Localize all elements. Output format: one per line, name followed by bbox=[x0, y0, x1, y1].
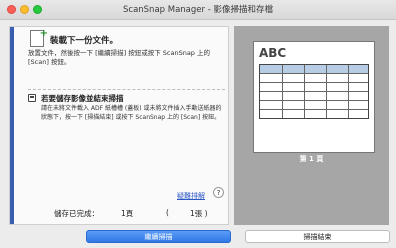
preview-panel: ABC 第 1 頁 bbox=[234, 26, 389, 225]
finish-scanning-button[interactable]: 掃描結束 bbox=[245, 230, 390, 243]
document-heading: ABC bbox=[259, 46, 287, 60]
help-icon[interactable]: ? bbox=[213, 187, 224, 198]
document-thumbnail[interactable]: ABC bbox=[253, 41, 375, 153]
title-bar: ScanSnap Manager - 影像掃描和存檔 bbox=[0, 0, 396, 20]
page-number-label: 第 1 頁 bbox=[299, 155, 324, 163]
save-disk-icon bbox=[28, 94, 36, 102]
add-document-icon: + bbox=[30, 28, 48, 47]
saved-pages-value: 1頁 bbox=[121, 209, 134, 218]
document-table-graphic bbox=[259, 64, 369, 119]
dashed-divider bbox=[28, 89, 225, 90]
step1-description: 放置文件，然後按一下 [繼續掃描] 按鈕或按下 ScanSnap 上的 [Sca… bbox=[28, 49, 210, 66]
saved-label: 儲存已完成： bbox=[54, 209, 99, 218]
step1-title: 裝載下一份文件。 bbox=[50, 36, 119, 46]
scansnap-window: ScanSnap Manager - 影像掃描和存檔 + 裝載下一份文件。 放置… bbox=[0, 0, 396, 248]
step2-description: 請在未將文件載入 ADF 紙槽槽 (蓋板) 或未將文件插入手動送紙器的狀態下，按… bbox=[41, 105, 222, 121]
accent-bar bbox=[10, 27, 14, 224]
step2-title: 若要儲存影像並結束掃描 bbox=[41, 94, 124, 103]
continue-scanning-button[interactable]: 繼續掃描 bbox=[86, 230, 231, 243]
instructions-panel: + 裝載下一份文件。 放置文件，然後按一下 [繼續掃描] 按鈕或按下 ScanS… bbox=[9, 26, 229, 225]
window-title: ScanSnap Manager - 影像掃描和存檔 bbox=[123, 5, 273, 15]
saved-sheets-value: 1張 ) bbox=[190, 209, 208, 218]
plus-icon: + bbox=[39, 28, 48, 39]
troubleshooting-link[interactable]: 疑難排解 bbox=[177, 191, 205, 201]
open-paren: ( bbox=[166, 208, 169, 217]
